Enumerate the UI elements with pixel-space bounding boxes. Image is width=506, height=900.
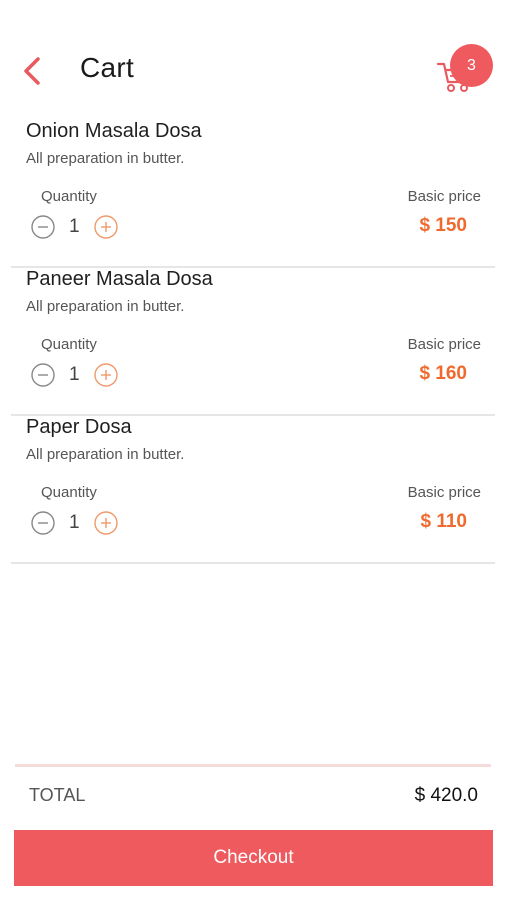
item-name: Paper Dosa bbox=[26, 416, 132, 438]
quantity-label: Quantity bbox=[41, 188, 97, 205]
chevron-left-icon[interactable] bbox=[20, 56, 46, 86]
decrease-quantity-button[interactable] bbox=[31, 511, 55, 535]
item-price: $ 150 bbox=[419, 215, 467, 236]
app-header: Cart 3 bbox=[0, 0, 506, 120]
cart-item: Paneer Masala Dosa All preparation in bu… bbox=[11, 268, 495, 416]
price-label: Basic price bbox=[407, 484, 481, 501]
decrease-quantity-button[interactable] bbox=[31, 363, 55, 387]
item-name: Paneer Masala Dosa bbox=[26, 268, 213, 290]
quantity-value: 1 bbox=[69, 512, 80, 533]
cart-count-badge: 3 bbox=[450, 44, 493, 87]
cart-item: Paper Dosa All preparation in butter. Qu… bbox=[11, 416, 495, 564]
item-description: All preparation in butter. bbox=[26, 150, 185, 167]
decrease-quantity-button[interactable] bbox=[31, 215, 55, 239]
increase-quantity-button[interactable] bbox=[94, 215, 118, 239]
total-value: $ 420.0 bbox=[414, 785, 478, 806]
item-description: All preparation in butter. bbox=[26, 446, 185, 463]
price-label: Basic price bbox=[407, 188, 481, 205]
price-label: Basic price bbox=[407, 336, 481, 353]
total-divider bbox=[15, 764, 491, 767]
item-name: Onion Masala Dosa bbox=[26, 120, 202, 142]
total-label: TOTAL bbox=[29, 785, 86, 805]
checkout-button[interactable]: Checkout bbox=[14, 830, 493, 886]
cart-item: Onion Masala Dosa All preparation in but… bbox=[11, 120, 495, 268]
quantity-value: 1 bbox=[69, 364, 80, 385]
page-title: Cart bbox=[80, 52, 135, 83]
quantity-label: Quantity bbox=[41, 336, 97, 353]
increase-quantity-button[interactable] bbox=[94, 363, 118, 387]
item-price: $ 110 bbox=[420, 511, 468, 532]
item-description: All preparation in butter. bbox=[26, 298, 185, 315]
item-price: $ 160 bbox=[419, 363, 467, 384]
quantity-value: 1 bbox=[69, 216, 80, 237]
increase-quantity-button[interactable] bbox=[94, 511, 118, 535]
quantity-label: Quantity bbox=[41, 484, 97, 501]
